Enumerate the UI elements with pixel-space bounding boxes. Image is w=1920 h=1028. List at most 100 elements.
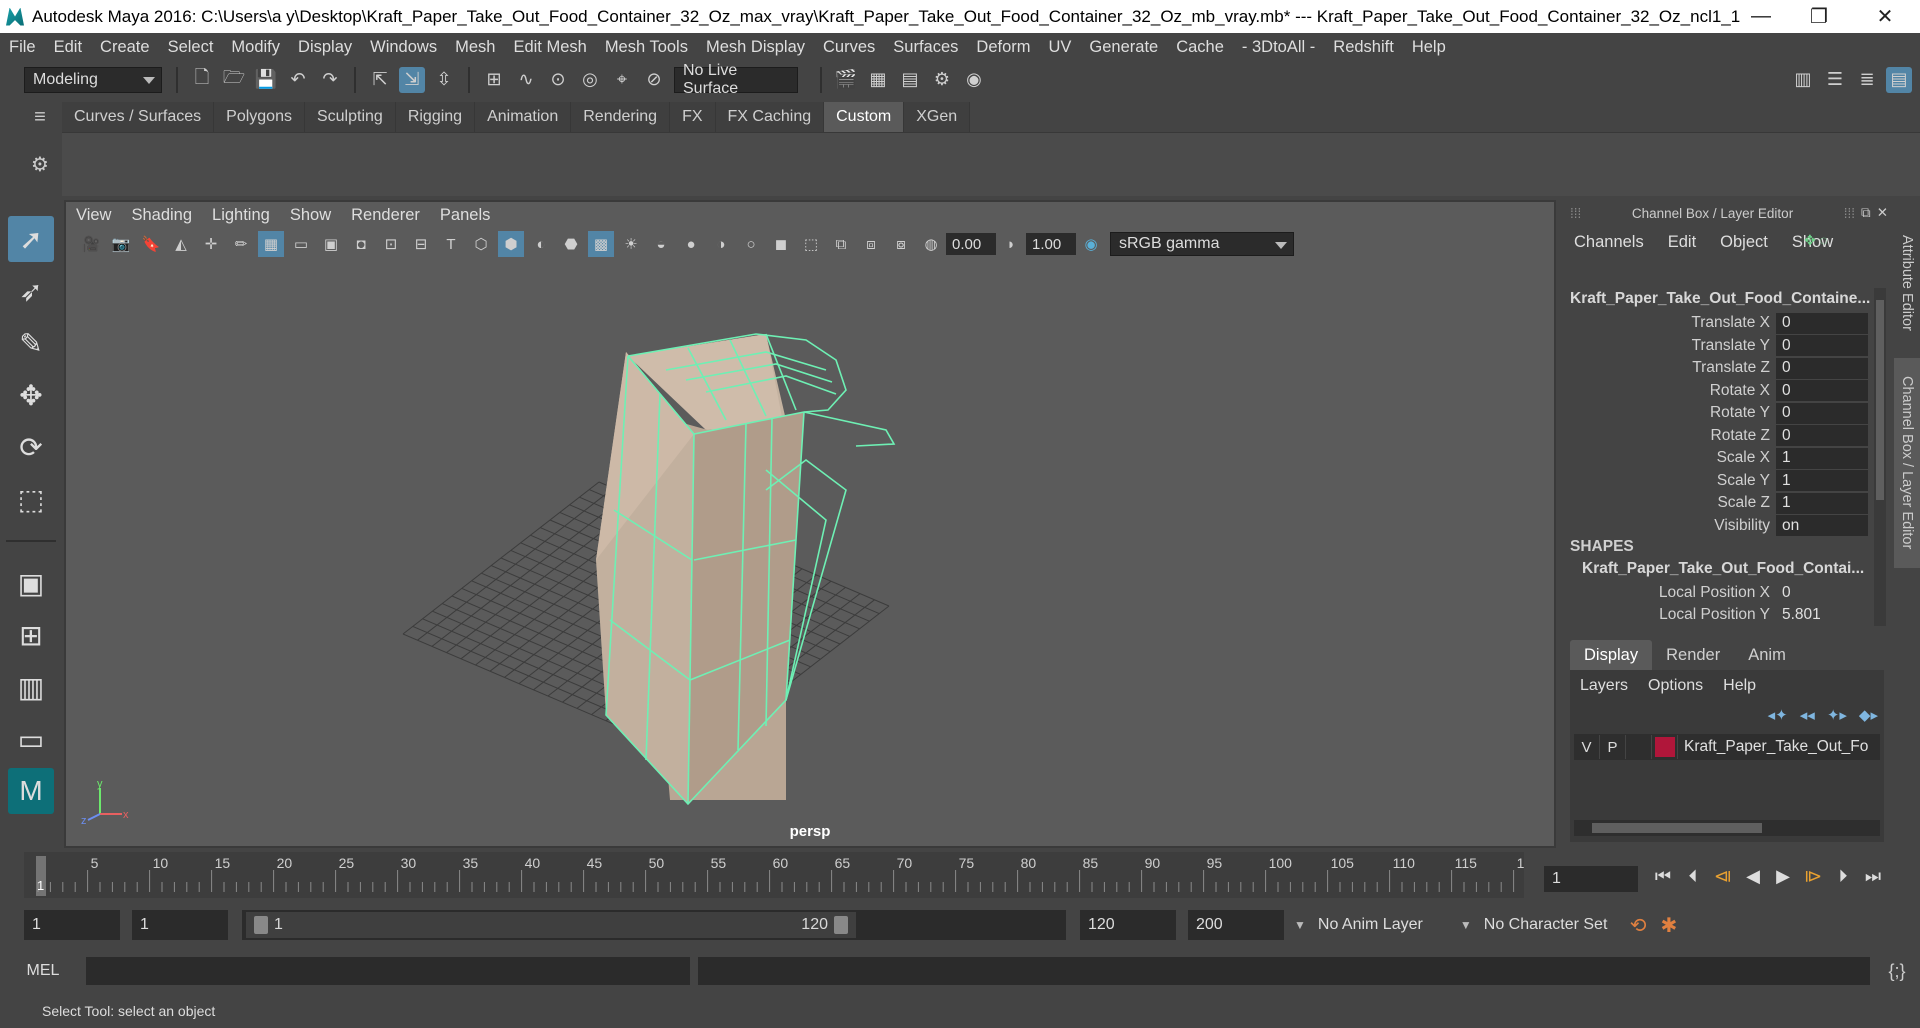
layer-name[interactable]: Kraft_Paper_Take_Out_Fo	[1678, 738, 1868, 756]
exposure-field[interactable]: 0.00	[946, 233, 996, 255]
menu-surfaces[interactable]: Surfaces	[884, 38, 967, 57]
viewport-menu-view[interactable]: View	[66, 206, 121, 225]
safe-title-icon[interactable]: T	[438, 231, 464, 257]
channel-box-menu-channels[interactable]: Channels	[1562, 233, 1656, 252]
xray-components-icon[interactable]: ⧇	[888, 231, 914, 257]
new-scene-icon[interactable]: 🗋	[189, 67, 215, 93]
anti-aliasing-icon[interactable]: ○	[738, 231, 764, 257]
shelf-tab-animation[interactable]: Animation	[475, 102, 572, 132]
xray-icon[interactable]: ⧉	[828, 231, 854, 257]
gate-mask-icon[interactable]: ◘	[348, 231, 374, 257]
viewport-menu-panels[interactable]: Panels	[430, 206, 500, 225]
smooth-shade-icon[interactable]: ⬢	[498, 231, 524, 257]
shelf-tab-polygons[interactable]: Polygons	[214, 102, 305, 132]
render-current-frame-icon[interactable]: ▦	[865, 67, 891, 93]
animation-preferences-icon[interactable]: ✱	[1661, 913, 1678, 938]
move-tool-icon[interactable]: ✥	[8, 372, 54, 418]
shelf-tab-fx[interactable]: FX	[670, 102, 716, 132]
shelf-tab-sculpting[interactable]: Sculpting	[304, 102, 396, 132]
current-frame-field[interactable]: 1	[1544, 866, 1638, 892]
render-view-icon[interactable]: 🎬	[833, 67, 859, 93]
menu-windows[interactable]: Windows	[361, 38, 446, 57]
snap-grid-icon[interactable]: ⊞	[481, 67, 507, 93]
menu-3dtoall[interactable]: - 3DtoAll -	[1233, 38, 1324, 57]
manipulator-icon[interactable]: ✥ ◌	[1804, 232, 1828, 249]
undo-icon[interactable]: ↶	[285, 67, 311, 93]
rotate-tool-icon[interactable]: ⟳	[8, 424, 54, 470]
shadows-icon[interactable]: ◒	[648, 231, 674, 257]
command-input[interactable]	[86, 957, 690, 985]
resolution-gate-icon[interactable]: ▣	[318, 231, 344, 257]
time-slider[interactable]: 5 10 15 20 25 30 35 40 45 50 55 60 65 70 75 80 85 90 95 100…	[24, 852, 1532, 898]
shelf-tab-fx-caching[interactable]: FX Caching	[715, 102, 825, 132]
step-forward-key-icon[interactable]: ⧐	[1800, 863, 1826, 889]
use-default-material-icon[interactable]: ◐	[528, 231, 554, 257]
channel-box-menu-edit[interactable]: Edit	[1656, 233, 1708, 252]
layer-menu-help[interactable]: Help	[1713, 677, 1766, 695]
render-settings-icon[interactable]: ⚙	[929, 67, 955, 93]
attr-value-field[interactable]: 0	[1776, 312, 1868, 334]
channel-box-toggle-icon[interactable]: ▤	[1886, 66, 1912, 93]
scale-tool-icon[interactable]: ⬚	[8, 476, 54, 522]
attr-row-visibility[interactable]: Visibility on	[1562, 515, 1872, 537]
play-forwards-icon[interactable]: ▶	[1770, 863, 1796, 889]
safe-action-icon[interactable]: ⊟	[408, 231, 434, 257]
wireframe-on-shaded-icon[interactable]: ⬣	[558, 231, 584, 257]
depth-of-field-icon[interactable]: ◼	[768, 231, 794, 257]
attr-value-field[interactable]: 1	[1776, 470, 1868, 491]
menu-mesh-display[interactable]: Mesh Display	[697, 38, 814, 57]
menu-uv[interactable]: UV	[1040, 38, 1081, 57]
step-back-key-icon[interactable]: ⧏	[1710, 863, 1736, 889]
attr-value-field[interactable]: 0	[1776, 335, 1868, 356]
outliner-layout-icon[interactable]: ▥	[8, 664, 54, 710]
layer-tab-anim[interactable]: Anim	[1734, 640, 1800, 670]
panel-grip-icon[interactable]: ⁞⁞⁞	[1844, 206, 1855, 221]
anim-layer-dropdown[interactable]: No Anim Layer	[1309, 910, 1456, 940]
character-set-dropdown[interactable]: No Character Set	[1475, 910, 1626, 940]
menu-modify[interactable]: Modify	[222, 38, 289, 57]
maya-home-logo-icon[interactable]: M	[8, 768, 54, 814]
select-hierarchy-icon[interactable]: ⇱	[367, 67, 393, 93]
layer-tab-display[interactable]: Display	[1570, 640, 1653, 670]
step-back-frame-icon[interactable]: ⏴	[1680, 863, 1706, 889]
attr-value-field[interactable]: 0	[1776, 380, 1868, 401]
range-slider-track[interactable]: 1 120	[242, 910, 1066, 940]
wireframe-icon[interactable]: ⬡	[468, 231, 494, 257]
image-plane-icon[interactable]: ◭	[168, 231, 194, 257]
select-component-icon[interactable]: ⇳	[431, 67, 457, 93]
menu-file[interactable]: File	[0, 38, 45, 57]
panel-grip-icon[interactable]: ⁞⁞⁞	[1570, 206, 1581, 221]
script-editor-icon[interactable]: {;}	[1884, 958, 1910, 984]
attr-value-field[interactable]: 5.801	[1776, 605, 1868, 626]
attr-row-rotate-z[interactable]: Rotate Z 0	[1562, 425, 1872, 447]
redo-icon[interactable]: ↷	[317, 67, 343, 93]
layout-options-icon[interactable]: ▭	[8, 716, 54, 762]
attr-value-field[interactable]: 0	[1776, 357, 1868, 379]
two-d-pan-zoom-icon[interactable]: ✛	[198, 231, 224, 257]
modeling-toolkit-icon[interactable]: ▥	[1790, 67, 1816, 93]
tool-settings-toggle-icon[interactable]: ≣	[1854, 67, 1880, 93]
new-layer-icon[interactable]: ✦▸	[1827, 706, 1847, 724]
four-view-layout-icon[interactable]: ⊞	[8, 612, 54, 658]
attr-row-scale-z[interactable]: Scale Z 1	[1562, 492, 1872, 514]
shape-node-name[interactable]: Kraft_Paper_Take_Out_Food_Contai...	[1582, 560, 1872, 578]
float-panel-icon[interactable]: ⧉	[1861, 205, 1871, 221]
snap-point-icon[interactable]: ⊙	[545, 67, 571, 93]
layer-menu-options[interactable]: Options	[1638, 677, 1713, 695]
grid-icon[interactable]: ▦	[258, 231, 284, 257]
menu-mesh[interactable]: Mesh	[446, 38, 504, 57]
layer-tab-render[interactable]: Render	[1652, 640, 1734, 670]
attr-row-scale-x[interactable]: Scale X 1	[1562, 447, 1872, 469]
attr-value-field[interactable]: 1	[1776, 492, 1868, 514]
attr-row-translate-z[interactable]: Translate Z 0	[1562, 357, 1872, 379]
move-layer-up-icon[interactable]: ◂✦	[1768, 706, 1788, 724]
attr-row-rotate-x[interactable]: Rotate X 0	[1562, 380, 1872, 402]
layer-visibility-toggle[interactable]: V	[1574, 735, 1600, 759]
color-management-toggle-icon[interactable]: ◉	[1078, 231, 1104, 257]
textured-icon[interactable]: ▩	[588, 231, 614, 257]
menu-cache[interactable]: Cache	[1167, 38, 1233, 57]
field-chart-icon[interactable]: ⊡	[378, 231, 404, 257]
attr-row-translate-y[interactable]: Translate Y 0	[1562, 335, 1872, 357]
attr-row-translate-x[interactable]: Translate X 0	[1562, 312, 1872, 334]
layer-color-swatch[interactable]	[1652, 735, 1678, 759]
